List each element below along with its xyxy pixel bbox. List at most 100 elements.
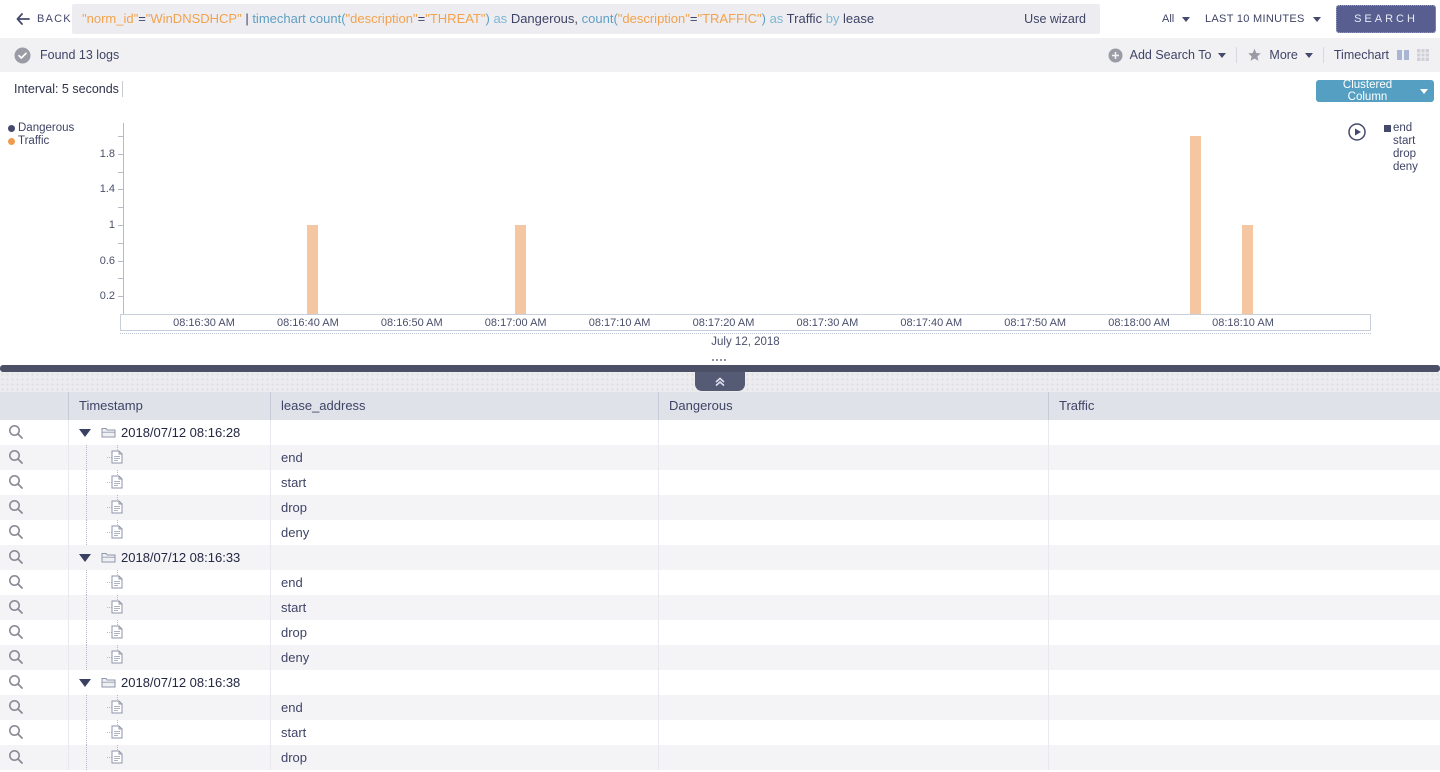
document-icon [111, 650, 123, 664]
more-button[interactable]: More [1247, 48, 1313, 62]
search-log-icon[interactable] [8, 474, 24, 490]
time-range-value: LAST 10 MINUTES [1205, 13, 1305, 25]
y-axis-tick [118, 278, 123, 280]
search-log-icon[interactable] [8, 749, 24, 765]
table-row[interactable]: drop [0, 620, 1440, 645]
search-log-icon[interactable] [8, 599, 24, 615]
table-body: 2018/07/12 08:16:28 end start drop deny 2018/… [0, 420, 1440, 770]
query-token: "WinDNSDHCP" [145, 11, 242, 26]
query-token: lease [843, 11, 875, 26]
chart-bar[interactable] [514, 225, 526, 314]
row-dangerous-cell [658, 670, 1048, 695]
x-axis-label: 08:17:10 AM [588, 317, 651, 329]
row-timestamp-cell [68, 720, 270, 745]
row-lease-cell: end [270, 695, 658, 720]
play-icon[interactable] [1348, 123, 1366, 141]
row-search-cell [0, 720, 68, 745]
scope-dropdown-value: All [1162, 13, 1175, 25]
search-log-icon[interactable] [8, 674, 24, 690]
query-token: by [825, 11, 844, 26]
collapse-table-tab[interactable] [695, 372, 745, 391]
grid-view-icon[interactable] [1416, 48, 1430, 62]
use-wizard-link[interactable]: Use wizard [1024, 4, 1086, 34]
document-icon [111, 750, 123, 764]
table-row[interactable]: 2018/07/12 08:16:28 [0, 420, 1440, 445]
panel-divider-bar[interactable] [0, 365, 1440, 372]
group-timestamp: 2018/07/12 08:16:28 [121, 425, 241, 440]
table-row[interactable]: deny [0, 645, 1440, 670]
collapse-caret-icon[interactable] [79, 554, 91, 562]
lease-address-value: deny [281, 650, 310, 665]
lease-address-value: start [281, 725, 307, 740]
back-button[interactable]: BACK [16, 0, 72, 38]
caret-down-icon [1304, 52, 1313, 58]
search-log-icon[interactable] [8, 449, 24, 465]
row-timestamp-cell [68, 570, 270, 595]
collapse-caret-icon[interactable] [79, 679, 91, 687]
tree-line [86, 695, 87, 720]
chart-section: Interval: 5 seconds Clustered Column Dan… [0, 72, 1440, 365]
search-button[interactable]: SEARCH [1336, 5, 1436, 33]
table-row[interactable]: end [0, 570, 1440, 595]
lease-address-value: end [281, 450, 303, 465]
columns-view-icon[interactable] [1396, 48, 1410, 62]
table-row[interactable]: start [0, 470, 1440, 495]
chart-bar[interactable] [1190, 136, 1202, 314]
scope-dropdown[interactable]: All [1162, 0, 1191, 38]
logpoint-search-page: BACK "norm_id"="WinDNSDHCP" | timechart … [0, 0, 1440, 772]
search-log-icon[interactable] [8, 699, 24, 715]
chart-bar[interactable] [1242, 225, 1253, 314]
search-log-icon[interactable] [8, 624, 24, 640]
row-dangerous-cell [658, 595, 1048, 620]
tree-line [86, 745, 87, 770]
log-table: Timestamp lease_address Dangerous Traffi… [0, 392, 1440, 772]
series-legend-item[interactable]: drop [1384, 148, 1418, 161]
row-search-cell [0, 420, 68, 445]
time-range-dropdown[interactable]: LAST 10 MINUTES [1205, 0, 1321, 38]
row-dangerous-cell [658, 620, 1048, 645]
search-log-icon[interactable] [8, 649, 24, 665]
series-legend-item[interactable]: deny [1384, 161, 1418, 174]
column-header-traffic: Traffic [1048, 392, 1440, 420]
table-row[interactable]: end [0, 445, 1440, 470]
add-search-to-button[interactable]: Add Search To [1108, 48, 1227, 63]
table-row[interactable]: start [0, 595, 1440, 620]
table-row[interactable]: deny [0, 520, 1440, 545]
search-log-icon[interactable] [8, 524, 24, 540]
row-traffic-cell [1048, 670, 1440, 695]
row-dangerous-cell [658, 470, 1048, 495]
search-query: "norm_id"="WinDNSDHCP" | timechart count… [82, 4, 874, 34]
x-axis-band[interactable]: 08:16:30 AM 08:16:40 AM 08:16:50 AM 08:17:0… [120, 314, 1371, 331]
row-search-cell [0, 670, 68, 695]
row-timestamp-cell [68, 520, 270, 545]
collapse-caret-icon[interactable] [79, 429, 91, 437]
query-token: = [138, 11, 146, 26]
table-row[interactable]: start [0, 720, 1440, 745]
x-axis-label: 08:16:30 AM [173, 317, 235, 329]
chart-bar[interactable] [306, 225, 318, 314]
query-token: | [241, 11, 253, 26]
folder-icon [101, 426, 116, 438]
search-log-icon[interactable] [8, 549, 24, 565]
row-lease-cell: drop [270, 495, 658, 520]
table-row[interactable]: 2018/07/12 08:16:33 [0, 545, 1440, 570]
series-legend-item[interactable]: start [1384, 135, 1418, 148]
x-axis-label: 08:17:20 AM [692, 317, 755, 329]
table-row[interactable]: drop [0, 745, 1440, 770]
caret-down-icon [1182, 16, 1191, 22]
table-row[interactable]: 2018/07/12 08:16:38 [0, 670, 1440, 695]
search-log-icon[interactable] [8, 499, 24, 515]
query-token: as [489, 11, 511, 26]
search-log-icon[interactable] [8, 574, 24, 590]
row-lease-cell: start [270, 720, 658, 745]
series-legend-label: drop [1393, 148, 1417, 160]
table-row[interactable]: drop [0, 495, 1440, 520]
search-log-icon[interactable] [8, 424, 24, 440]
check-circle-icon [14, 47, 31, 64]
search-log-icon[interactable] [8, 724, 24, 740]
x-axis-label: 08:18:00 AM [1108, 317, 1170, 329]
table-row[interactable]: end [0, 695, 1440, 720]
search-query-input[interactable]: "norm_id"="WinDNSDHCP" | timechart count… [72, 4, 1100, 34]
series-legend-item[interactable]: end [1384, 122, 1418, 135]
tree-line [86, 520, 87, 545]
